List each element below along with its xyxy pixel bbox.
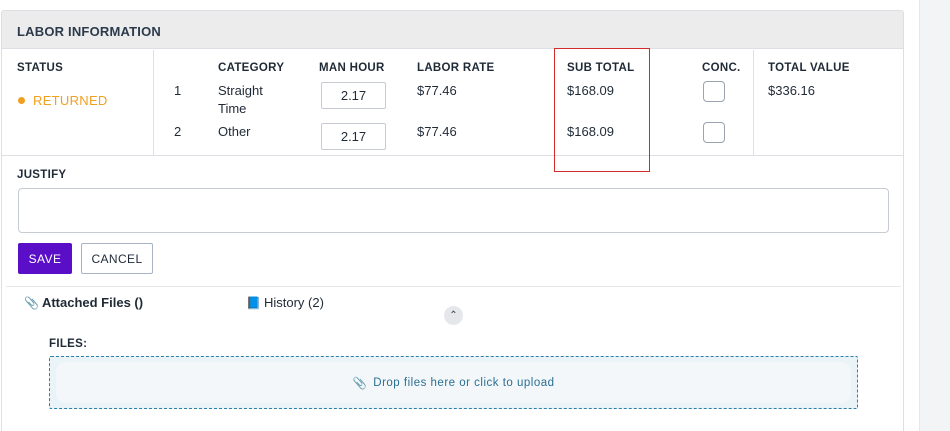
tab-history[interactable]: 📘 History (2) (246, 295, 324, 310)
row-1-category-cont: Time (218, 101, 247, 116)
paperclip-icon: 📎 (352, 377, 368, 390)
dropzone-text: Drop files here or click to upload (373, 376, 555, 389)
cancel-button[interactable]: CANCEL (81, 243, 153, 274)
row-1-category: Straight (218, 83, 263, 98)
total-value-header: TOTAL VALUE (768, 62, 850, 74)
row-2-category: Other (218, 124, 251, 139)
row-2-man-hour-input[interactable] (321, 123, 386, 150)
labor-rate-header: LABOR RATE (417, 62, 495, 74)
chevron-up-icon: ⌃ (449, 310, 458, 321)
sub-total-highlight (554, 48, 650, 172)
labor-information-panel: LABOR INFORMATION STATUS CATEGORY MAN HO… (1, 10, 904, 431)
status-header: STATUS (17, 62, 64, 74)
page-scrollbar[interactable] (919, 0, 950, 431)
paperclip-icon: 📎 (24, 295, 39, 310)
row-2-conc-checkbox[interactable] (703, 122, 725, 143)
status-column-divider (153, 50, 154, 155)
save-button[interactable]: SAVE (18, 243, 72, 274)
row-2-labor-rate: $77.46 (417, 124, 457, 139)
collapse-button[interactable]: ⌃ (444, 306, 463, 325)
panel-title: LABOR INFORMATION (17, 24, 161, 39)
book-icon: 📘 (246, 295, 261, 310)
file-dropzone[interactable]: 📎 Drop files here or click to upload (49, 356, 858, 409)
row-1-labor-rate: $77.46 (417, 83, 457, 98)
status-dot-icon (18, 97, 25, 104)
total-column-divider (753, 50, 754, 155)
justify-label: JUSTIFY (17, 169, 67, 181)
attachments-section: 📎 Attached Files () 📘 History (2) ⌃ FILE… (6, 286, 901, 431)
row-1-number: 1 (174, 83, 182, 98)
tab-attached-files-label: Attached Files () (41, 295, 144, 310)
tab-attached-files[interactable]: 📎 Attached Files () (24, 295, 143, 310)
row-1-conc-checkbox[interactable] (703, 81, 725, 102)
conc-header: CONC. (702, 62, 741, 74)
row-2-number: 2 (174, 124, 182, 139)
total-value: $336.16 (768, 83, 815, 98)
row-1-man-hour-input[interactable] (321, 82, 386, 109)
dropzone-inner: 📎 Drop files here or click to upload (56, 362, 851, 403)
table-bottom-divider (2, 155, 903, 156)
justify-input[interactable] (18, 188, 889, 233)
files-label: FILES: (49, 338, 88, 350)
category-header: CATEGORY (218, 62, 285, 74)
tab-history-label: History (2) (263, 295, 324, 310)
status-badge: RETURNED (33, 93, 108, 108)
man-hour-header: MAN HOUR (319, 62, 385, 74)
